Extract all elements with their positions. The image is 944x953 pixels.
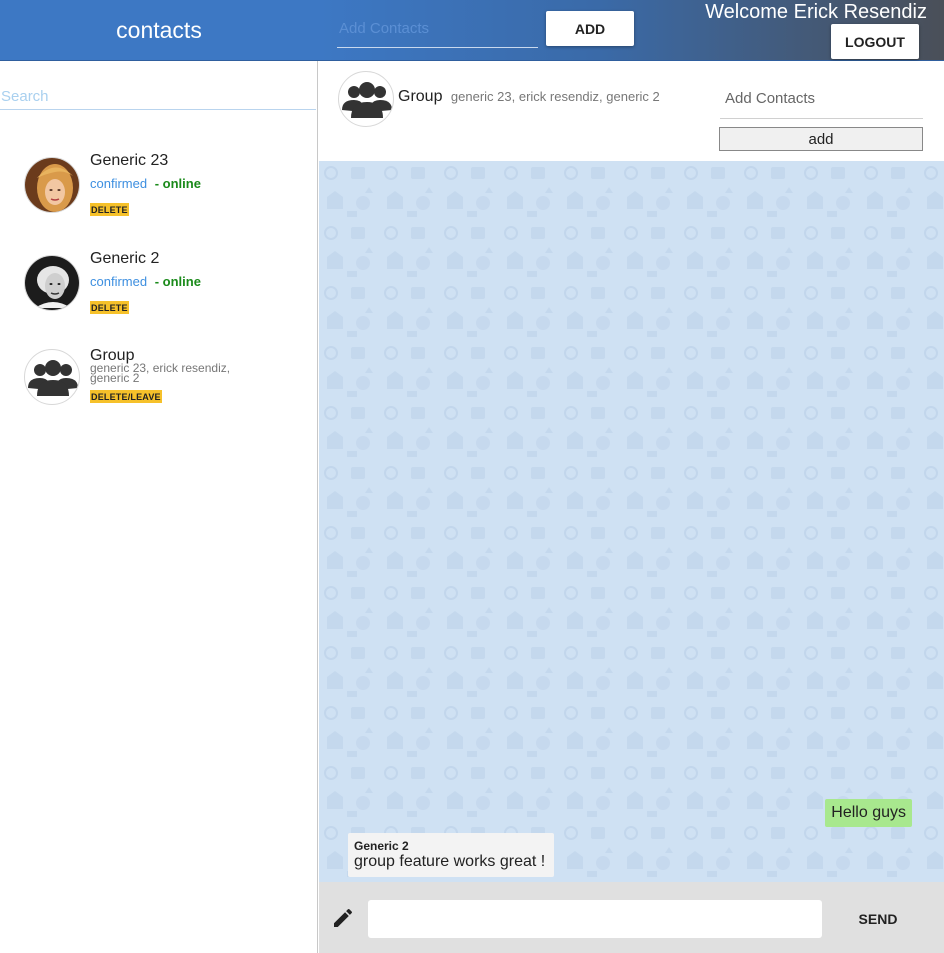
contact-status: confirmed - online	[90, 176, 201, 191]
avatar	[24, 255, 80, 311]
delete-button[interactable]: DELETE	[90, 301, 129, 314]
sidebar-title: contacts	[0, 0, 318, 61]
chat-members: generic 23, erick resendiz, generic 2	[450, 89, 660, 104]
status-online: - online	[154, 176, 201, 191]
contact-name: Generic 2	[90, 250, 160, 267]
pencil-icon[interactable]	[331, 906, 355, 930]
contact-photo-icon	[25, 256, 79, 310]
sidebar-title-text: contacts	[116, 16, 202, 43]
contact-name: Generic 23	[90, 152, 169, 169]
group-icon	[342, 82, 392, 118]
message-text: group feature works great !	[354, 853, 546, 870]
incoming-message: Generic 2 group feature works great !	[348, 833, 555, 877]
avatar	[24, 157, 80, 213]
contact-status: confirmed - online	[90, 274, 201, 289]
contact-item-group[interactable]: Group generic 23, erick resendiz, generi…	[24, 347, 314, 408]
welcome-text: Welcome Erick Resendiz	[705, 1, 927, 23]
send-button[interactable]: SEND	[841, 907, 915, 931]
status-online: - online	[154, 274, 201, 289]
outgoing-message: Hello guys	[825, 799, 912, 827]
chat-header: Group generic 23, erick resendiz, generi…	[319, 61, 944, 161]
chat-title-name: Group	[398, 88, 443, 105]
contact-item-generic-2[interactable]: Generic 2 confirmed - online DELETE	[24, 250, 314, 315]
search-input[interactable]	[0, 84, 316, 110]
contact-item-generic-23[interactable]: Generic 23 confirmed - online DELETE	[24, 152, 314, 217]
status-confirmed: confirmed	[90, 176, 148, 191]
search-wrap	[0, 84, 316, 110]
chat-avatar	[338, 71, 394, 127]
message-input[interactable]	[368, 900, 822, 938]
chat-title: Group generic 23, erick resendiz, generi…	[398, 88, 660, 106]
group-members: generic 23, erick resendiz, generic 2	[90, 361, 231, 385]
chat-add-contacts-input[interactable]	[720, 79, 923, 119]
composer: SEND	[319, 882, 944, 953]
contact-photo-icon	[25, 158, 79, 212]
chat-add-button[interactable]: add	[719, 127, 923, 151]
add-contacts-input[interactable]	[337, 10, 538, 48]
status-confirmed: confirmed	[90, 274, 148, 289]
logout-button[interactable]: LOGOUT	[831, 24, 919, 59]
top-bar: ADD Welcome Erick Resendiz LOGOUT	[318, 0, 944, 61]
messages-area[interactable]: Hello guys Generic 2 group feature works…	[319, 161, 944, 882]
delete-leave-button[interactable]: DELETE/LEAVE	[90, 390, 162, 403]
message-author: Generic 2	[354, 839, 409, 853]
add-button[interactable]: ADD	[546, 11, 634, 46]
avatar	[24, 349, 80, 405]
delete-button[interactable]: DELETE	[90, 203, 129, 216]
background-pattern	[319, 161, 944, 882]
group-icon	[28, 360, 78, 396]
